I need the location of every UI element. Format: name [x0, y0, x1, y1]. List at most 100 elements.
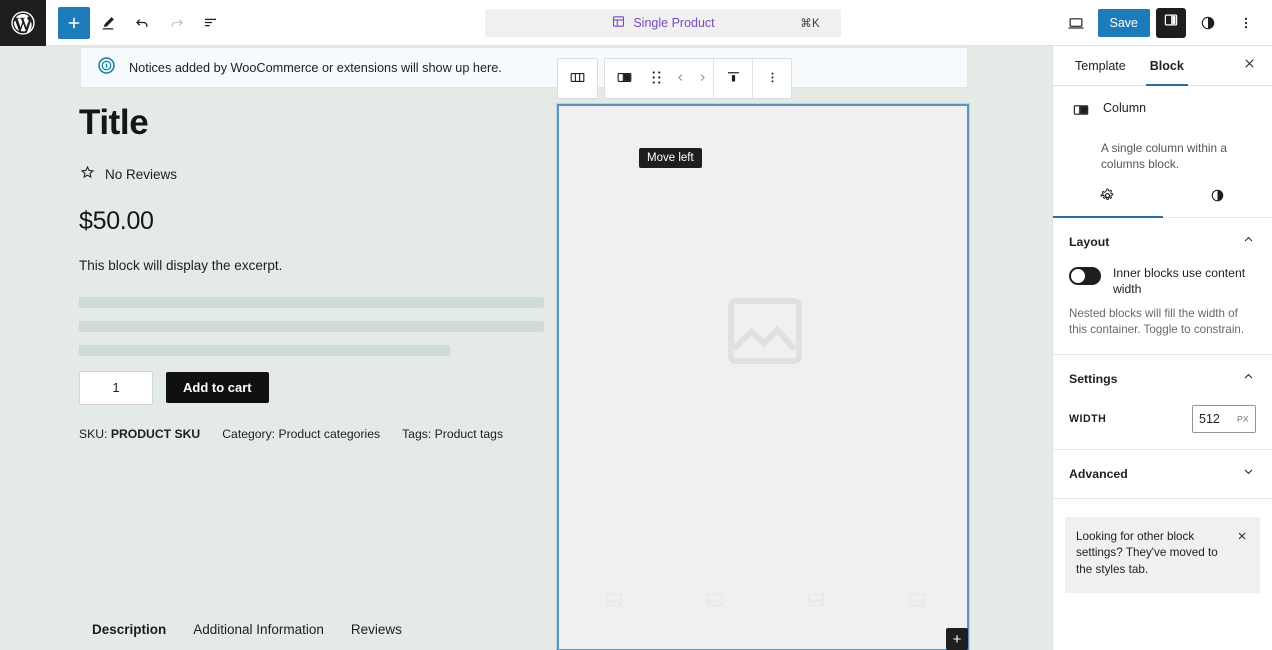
chevron-up-icon [1241, 232, 1256, 252]
notice-text: Notices added by WooCommerce or extensio… [129, 61, 502, 75]
add-block-button[interactable] [58, 7, 90, 39]
quantity-input[interactable] [79, 371, 153, 405]
product-category: Category: Product categories [222, 427, 380, 441]
tags-value[interactable]: Product tags [435, 427, 503, 441]
list-view-button[interactable] [194, 7, 226, 39]
wordpress-logo-icon[interactable] [0, 0, 46, 46]
column-block-icon [615, 68, 634, 90]
add-to-cart-button[interactable]: Add to cart [166, 372, 269, 403]
width-unit-label[interactable]: PX [1237, 414, 1249, 424]
tools-button[interactable] [92, 7, 124, 39]
tags-label: Tags: [402, 427, 431, 441]
product-rating-row[interactable]: No Reviews [79, 164, 544, 186]
inner-blocks-content-width-toggle[interactable] [1069, 267, 1101, 285]
image-placeholder-icon [717, 283, 813, 384]
drag-handle[interactable] [643, 59, 669, 98]
redo-button[interactable] [160, 7, 192, 39]
block-toolbar-main-group [604, 58, 792, 99]
product-excerpt[interactable]: This block will display the excerpt. [79, 258, 544, 273]
info-circle-icon [97, 56, 116, 80]
toggle-knob [1071, 269, 1085, 283]
chevron-down-icon [1241, 464, 1256, 484]
settings-sidebar-toggle[interactable] [1156, 8, 1186, 38]
chevron-right-icon [696, 70, 709, 88]
gallery-thumbnail[interactable] [769, 563, 862, 641]
document-title-label: Single Product [633, 16, 714, 30]
redo-arrow-icon [167, 13, 186, 32]
block-appender-button[interactable]: + [946, 628, 968, 650]
product-meta: SKU: PRODUCT SKU Category: Product categ… [79, 427, 544, 441]
width-control-row: WIDTH PX [1069, 405, 1256, 433]
sidebar-subtabs [1053, 179, 1272, 218]
width-label: WIDTH [1069, 413, 1106, 425]
advanced-section-title: Advanced [1069, 467, 1128, 481]
undo-arrow-icon [133, 13, 152, 32]
editor-canvas[interactable]: Notices added by WooCommerce or extensio… [0, 46, 1052, 650]
move-left-button[interactable] [669, 59, 691, 98]
top-bar-tools [58, 7, 226, 39]
product-title[interactable]: Title [79, 104, 544, 143]
vertical-align-button[interactable] [714, 59, 752, 98]
save-button[interactable]: Save [1098, 9, 1151, 37]
product-tab-description[interactable]: Description [92, 622, 166, 637]
subtab-settings[interactable] [1053, 179, 1163, 217]
preview-button[interactable] [1060, 7, 1092, 39]
subtab-styles[interactable] [1163, 179, 1272, 217]
category-value[interactable]: Product categories [278, 427, 380, 441]
columns-parent-icon [568, 68, 587, 90]
more-options-button[interactable] [1230, 7, 1262, 39]
move-right-button[interactable] [691, 59, 713, 98]
product-tabs: Description Additional Information Revie… [92, 622, 402, 637]
undo-button[interactable] [126, 7, 158, 39]
gear-icon [1099, 187, 1116, 209]
width-field[interactable]: PX [1192, 405, 1256, 433]
advanced-section-header[interactable]: Advanced [1069, 464, 1256, 484]
skeleton-line [79, 297, 544, 308]
gallery-thumbnail[interactable] [567, 563, 660, 641]
template-icon [611, 14, 626, 32]
close-x-icon [1242, 56, 1257, 76]
contrast-half-circle-icon [1209, 187, 1226, 209]
block-type-button[interactable] [605, 59, 643, 98]
settings-section-title: Settings [1069, 372, 1118, 386]
product-image-placeholder[interactable] [559, 106, 971, 561]
columns-parent-icon-button[interactable] [558, 59, 597, 98]
product-tags: Tags: Product tags [402, 427, 503, 441]
sidebar-tabs: Template Block [1053, 46, 1272, 86]
product-price[interactable]: $50.00 [79, 207, 544, 236]
chevron-left-icon [674, 70, 687, 88]
width-input[interactable] [1199, 412, 1233, 426]
hint-text: Looking for other block settings? They'v… [1076, 529, 1230, 580]
product-tab-reviews[interactable]: Reviews [351, 622, 402, 637]
settings-section-header[interactable]: Settings [1069, 369, 1256, 389]
layout-section-header[interactable]: Layout [1069, 232, 1256, 252]
laptop-preview-icon [1066, 13, 1086, 33]
document-title-chip[interactable]: Single Product ⌘K [485, 9, 841, 37]
editor-top-bar: Single Product ⌘K Save [0, 0, 1272, 46]
gallery-thumbnail[interactable] [668, 563, 761, 641]
close-sidebar-button[interactable] [1236, 53, 1262, 79]
product-sku: SKU: PRODUCT SKU [79, 427, 200, 441]
select-parent-block-button[interactable] [557, 58, 598, 99]
tab-block[interactable]: Block [1138, 46, 1196, 86]
woocommerce-notice-block[interactable]: Notices added by WooCommerce or extensio… [80, 47, 968, 88]
block-card: Column [1053, 86, 1272, 133]
contrast-half-circle-icon [1199, 14, 1217, 32]
styles-button[interactable] [1192, 7, 1224, 39]
list-view-icon [201, 13, 220, 32]
sidebar-panel-icon [1162, 11, 1180, 34]
hint-close-button[interactable] [1236, 529, 1248, 580]
toggle-label: Inner blocks use content width [1113, 266, 1256, 298]
block-card-description: A single column within a columns block. [1053, 141, 1272, 173]
gallery-thumbnails [567, 563, 963, 641]
more-options-button[interactable] [753, 59, 791, 98]
add-to-cart-row: Add to cart [79, 371, 544, 405]
inner-blocks-width-toggle-row: Inner blocks use content width [1069, 266, 1256, 298]
sku-label: SKU: [79, 427, 107, 441]
tab-template[interactable]: Template [1063, 46, 1138, 86]
block-toolbar [557, 58, 792, 99]
product-tab-additional-information[interactable]: Additional Information [193, 622, 324, 637]
command-shortcut-label: ⌘K [800, 16, 820, 30]
selected-column-block[interactable]: + [557, 104, 969, 650]
toggle-help-text: Nested blocks will fill the width of thi… [1069, 306, 1256, 338]
